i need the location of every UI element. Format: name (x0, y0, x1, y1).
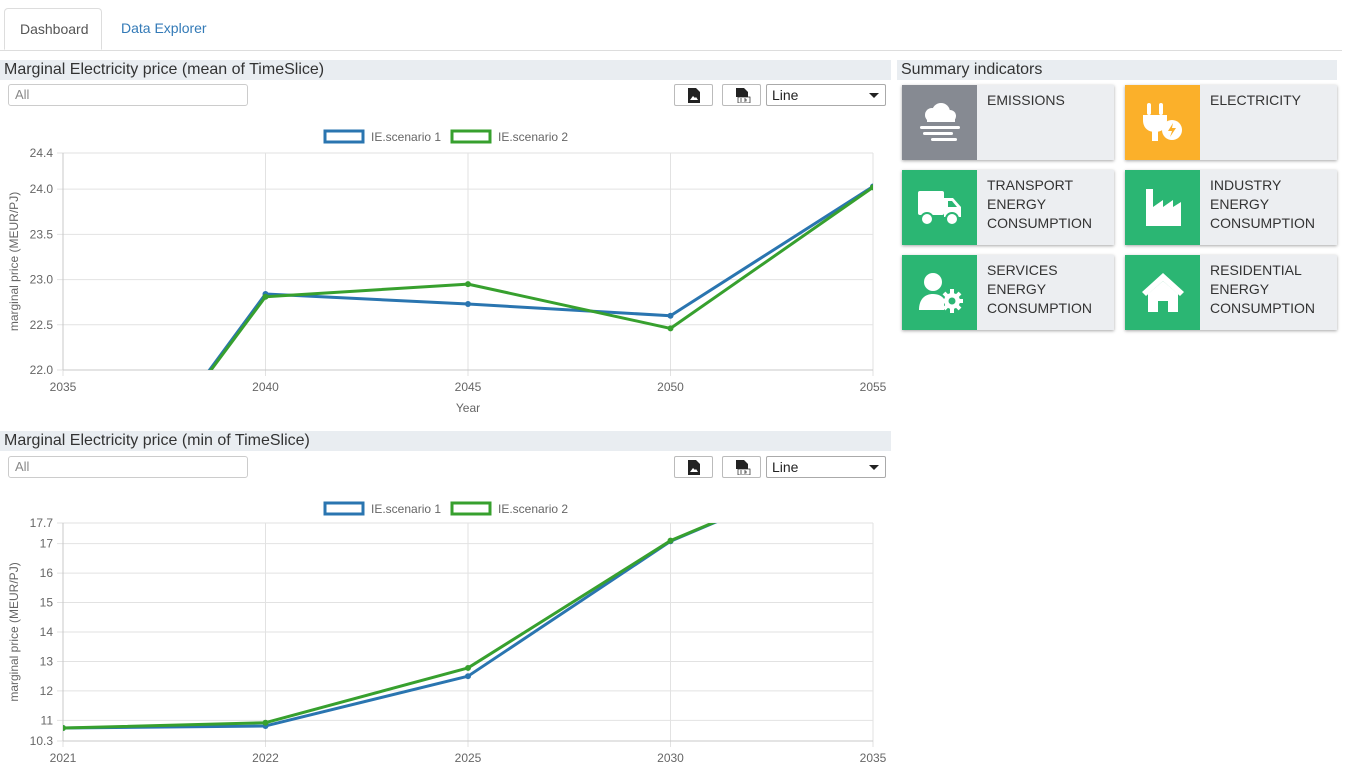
transport-card[interactable]: TRANSPORT ENERGY CONSUMPTION (902, 170, 1114, 245)
legend: IE.scenario 1 IE.scenario 2 (323, 129, 568, 144)
y-tick-label: 14 (40, 625, 54, 639)
download-csv-button[interactable] (722, 84, 761, 106)
tab-dashboard[interactable]: Dashboard (4, 8, 102, 50)
card-icon-box (1125, 255, 1200, 330)
legend: IE.scenario 1 IE.scenario 2 (323, 501, 568, 516)
y-tick-label: 17 (40, 537, 54, 551)
factory-icon (1146, 189, 1181, 226)
y-tick-label: 24.0 (30, 182, 54, 196)
x-axis-label: Year (456, 401, 480, 415)
data-point (870, 184, 873, 191)
y-tick-label: 23.5 (30, 227, 54, 241)
download-image-icon (688, 88, 700, 103)
x-tick-label: 2045 (455, 380, 482, 394)
data-point (465, 300, 471, 307)
data-point (465, 673, 471, 680)
legend-label: IE.scenario 2 (498, 130, 568, 144)
x-tick-label: 2030 (657, 751, 684, 765)
x-tick-label: 2022 (252, 751, 279, 765)
download-csv-icon (736, 460, 751, 475)
panel-title-mean: Marginal Electricity price (mean of Time… (0, 60, 891, 80)
legend-label: IE.scenario 1 (371, 502, 441, 516)
tab-bar: Dashboard Data Explorer (0, 0, 1342, 51)
download-csv-button[interactable] (722, 456, 761, 478)
electricity-card[interactable]: ELECTRICITY (1125, 85, 1337, 160)
user-cog-icon (919, 273, 963, 313)
y-tick-label: 16 (40, 566, 54, 580)
y-tick-label: 10.3 (30, 734, 54, 748)
legend-swatch (450, 501, 492, 516)
y-axis-label: marginal price (MEUR/PJ) (7, 192, 21, 331)
chart-min: IE.scenario 1 IE.scenario 2 10.3 11 12 13 14 15… (7, 501, 887, 765)
data-point (667, 325, 674, 332)
y-tick-label: 22.5 (30, 318, 54, 332)
tab-data-explorer[interactable]: Data Explorer (106, 8, 222, 49)
y-axis-label: marginal price (MEUR/PJ) (7, 562, 21, 701)
legend-label: IE.scenario 2 (498, 502, 568, 516)
card-icon-box (902, 255, 977, 330)
chevron-down-icon (869, 93, 879, 98)
legend-swatch (323, 129, 365, 144)
data-point (465, 664, 471, 671)
card-label: INDUSTRY ENERGY CONSUMPTION (1210, 177, 1315, 231)
card-label: TRANSPORT ENERGY CONSUMPTION (987, 177, 1092, 231)
emissions-card[interactable]: EMISSIONS (902, 85, 1114, 160)
services-card[interactable]: SERVICES ENERGY CONSUMPTION (902, 255, 1114, 330)
x-tick-label: 2035 (860, 751, 887, 765)
y-tick-label: 12 (40, 684, 54, 698)
card-icon-box (1125, 85, 1200, 160)
chart-type-value: Line (772, 459, 799, 475)
download-image-icon (688, 460, 700, 475)
x-tick-label: 2021 (50, 751, 77, 765)
legend-swatch (323, 501, 365, 516)
card-icon-box (902, 170, 977, 245)
x-tick-label: 2050 (657, 380, 684, 394)
chevron-down-icon (869, 465, 879, 470)
y-tick-label: 17.7 (30, 516, 54, 530)
y-tick-label: 24.4 (30, 146, 54, 160)
data-point (262, 293, 269, 300)
legend-label: IE.scenario 1 (371, 130, 441, 144)
chart-type-select[interactable]: Line (766, 84, 886, 106)
data-point (63, 725, 66, 732)
industry-card[interactable]: INDUSTRY ENERGY CONSUMPTION (1125, 170, 1337, 245)
x-tick-label: 2025 (455, 751, 482, 765)
card-label: SERVICES ENERGY CONSUMPTION (987, 262, 1092, 316)
y-tick-label: 22.0 (30, 363, 54, 377)
scenario-filter-input[interactable]: All (8, 456, 248, 478)
panel-title-min: Marginal Electricity price (min of TimeS… (0, 431, 891, 451)
y-tick-label: 23.0 (30, 273, 54, 287)
truck-icon (918, 191, 961, 226)
card-icon-box (902, 85, 977, 160)
data-point (667, 312, 674, 319)
download-image-button[interactable] (674, 84, 713, 106)
scenario-filter-input[interactable]: All (8, 84, 248, 106)
x-tick-label: 2055 (860, 380, 887, 394)
plug-icon (1143, 103, 1182, 141)
chart-type-select[interactable]: Line (766, 456, 886, 478)
card-label: EMISSIONS (987, 92, 1065, 108)
chart-type-value: Line (772, 87, 799, 103)
chart-mean: IE.scenario 1 IE.scenario 2 22.0 22.5 23.0 23… (7, 129, 887, 415)
download-csv-icon (736, 88, 751, 103)
residential-card[interactable]: RESIDENTIAL ENERGY CONSUMPTION (1125, 255, 1337, 330)
y-tick-label: 15 (40, 596, 54, 610)
y-tick-label: 13 (40, 654, 54, 668)
legend-swatch (450, 129, 492, 144)
x-tick-label: 2035 (50, 380, 77, 394)
card-label: ELECTRICITY (1210, 92, 1302, 108)
plot-area (63, 523, 718, 732)
y-tick-label: 11 (41, 713, 54, 727)
data-point (465, 281, 471, 288)
data-point (262, 719, 269, 726)
smog-icon (920, 103, 960, 141)
summary-title: Summary indicators (897, 60, 1337, 80)
house-icon (1142, 273, 1184, 312)
card-icon-box (1125, 170, 1200, 245)
data-point (667, 537, 674, 544)
download-image-button[interactable] (674, 456, 713, 478)
x-tick-label: 2040 (252, 380, 279, 394)
card-label: RESIDENTIAL ENERGY CONSUMPTION (1210, 262, 1315, 316)
